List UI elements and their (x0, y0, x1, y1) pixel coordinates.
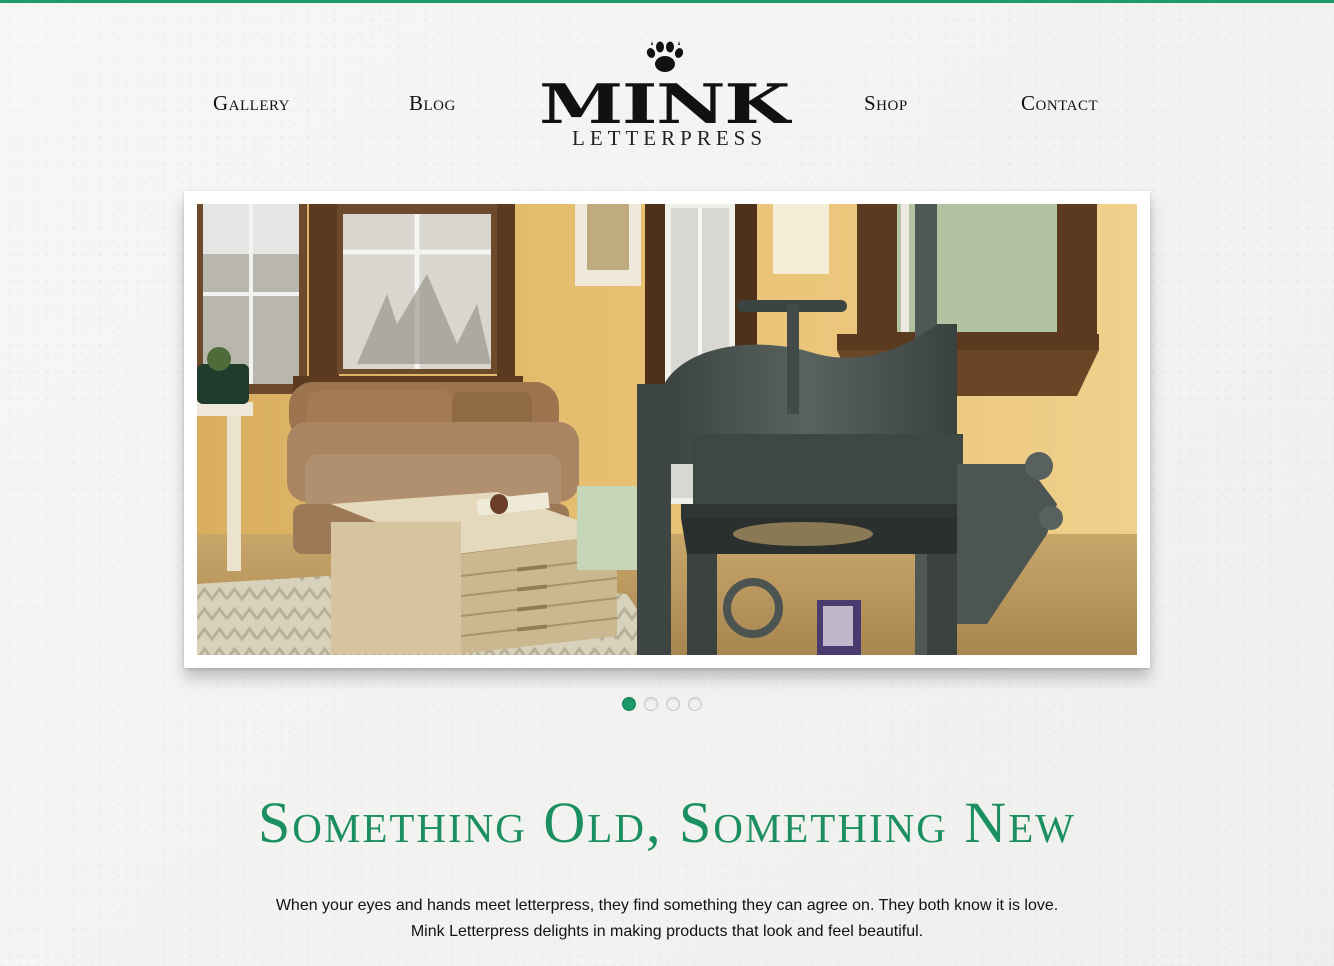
page-headline: Something Old, Something New (258, 790, 1076, 855)
site-logo[interactable]: MINK LETTERPRESS (536, 40, 792, 152)
svg-text:MINK: MINK (539, 79, 792, 129)
intro-line-1: When your eyes and hands meet letterpres… (275, 897, 1059, 914)
mink-wordmark: MINK (539, 79, 792, 129)
intro-text: When your eyes and hands meet letterpres… (0, 893, 1334, 945)
slide-dot-4[interactable] (688, 697, 702, 711)
nav-gallery-link[interactable]: Gallery (213, 91, 290, 115)
slide-image (197, 204, 1137, 655)
nav-shop-link[interactable]: Shop (864, 91, 908, 115)
hero-slideshow[interactable] (184, 191, 1150, 668)
nav-blog-link[interactable]: Blog (409, 91, 456, 115)
slide-dot-3[interactable] (666, 697, 680, 711)
paw-print-icon (646, 41, 684, 72)
nav-contact-link[interactable]: Contact (1021, 91, 1098, 115)
logo-subtitle: LETTERPRESS (572, 126, 768, 150)
studio-photo (197, 204, 1137, 655)
slide-dot-2[interactable] (644, 697, 658, 711)
top-accent-rule (0, 0, 1334, 3)
intro-line-2: Mink Letterpress delights in making prod… (410, 923, 924, 940)
slide-pagination (622, 697, 702, 713)
slide-dot-1[interactable] (622, 697, 636, 711)
